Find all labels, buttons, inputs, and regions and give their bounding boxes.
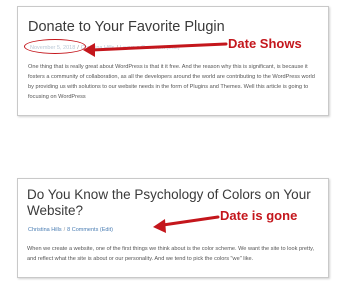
post-author-link[interactable]: Christina Hills	[28, 227, 62, 233]
post-meta: Christina Hills/8 Comments (Edit)	[28, 227, 114, 233]
post-title-link[interactable]: Donate to Your Favorite Plugin	[28, 19, 225, 35]
post-screenshot-with-date: Donate to Your Favorite Plugin November …	[17, 6, 329, 116]
post-excerpt: When we create a website, one of the fir…	[27, 246, 315, 262]
date-is-gone-callout: Date is gone	[220, 208, 298, 223]
post-screenshot-without-date: Do You Know the Psychology of Colors on …	[17, 178, 329, 278]
post-excerpt: One thing that is really great about Wor…	[28, 64, 315, 100]
post-comments-link[interactable]: 8 Comments (Edit)	[67, 227, 113, 233]
date-shows-callout: Date Shows	[228, 36, 302, 51]
post-comments-link[interactable]: Leave a Comment (Edit)	[120, 45, 180, 51]
date-highlight-circle	[24, 39, 86, 54]
